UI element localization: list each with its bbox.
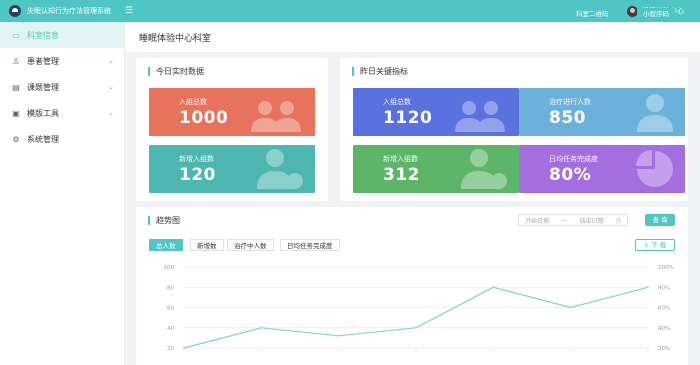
yesterday-in-treatment-card: 治疗进行人数 850	[519, 88, 685, 136]
date-separator: —	[561, 216, 568, 224]
y2-axis-tick-label: 80%	[658, 285, 670, 291]
app-title: 失眠认知行为疗法管理系统	[27, 7, 111, 15]
data-point	[569, 306, 572, 309]
end-date-input[interactable]: 结束日期	[579, 216, 603, 225]
data-point	[415, 326, 417, 329]
card-label: 新增入组数	[179, 155, 214, 163]
app-logo	[9, 5, 21, 17]
today-panel-title: 今日实时数据	[148, 67, 204, 76]
query-button[interactable]: 查 询	[645, 214, 675, 226]
mini-program-code-button[interactable]: 小程序码	[637, 8, 675, 21]
card-value: 80%	[549, 165, 592, 185]
sidebar-item-template-tools[interactable]: ▣ 模版工具 ⌄	[0, 100, 124, 126]
group-icon	[455, 101, 505, 132]
card-label: 入组总数	[179, 98, 207, 106]
data-point	[260, 326, 263, 329]
group-icon	[251, 101, 301, 132]
y-axis-tick-label: 80	[167, 285, 174, 291]
user-icon: ♙	[12, 56, 20, 66]
tab-total-count[interactable]: 总人数	[149, 239, 183, 251]
y-axis-tick-label: 20	[167, 346, 174, 352]
card-label: 新增入组数	[383, 155, 418, 163]
y2-axis-tick-label: 100%	[658, 265, 674, 271]
home-icon: ▭	[12, 30, 20, 40]
start-date-input[interactable]: 开始日期	[525, 216, 549, 225]
trend-series-line	[183, 286, 649, 349]
y2-axis-tick-label: 40%	[658, 326, 670, 332]
page-header: 睡眠体验中心科室	[125, 22, 700, 52]
date-range-picker[interactable]: 开始日期 — 结束日期 ◷	[518, 214, 628, 226]
y-axis-tick-label: 100	[164, 265, 175, 271]
sidebar-item-label: 模版工具	[27, 108, 59, 118]
menu-toggle-icon[interactable]: ☰	[125, 6, 133, 16]
card-label: 入组总数	[383, 98, 411, 106]
card-value: 1000	[179, 108, 229, 128]
chevron-down-icon: ⌄	[108, 109, 114, 117]
y-axis-tick-label: 60	[167, 306, 174, 312]
page-title: 睡眠体验中心科室	[139, 33, 212, 44]
sidebar-item-label: 系统管理	[27, 134, 59, 144]
sidebar-item-label: 患者管理	[27, 56, 59, 66]
tab-in-treatment[interactable]: 治疗中人数	[227, 239, 274, 251]
sidebar-item-label: 课题管理	[27, 82, 59, 92]
sidebar-item-label: 科室信息	[27, 30, 59, 40]
sidebar-item-patient-management[interactable]: ♙ 患者管理 ⌄	[0, 48, 124, 74]
yesterday-total-enrolled-card: 入组总数 1120	[353, 88, 519, 136]
yesterday-task-completion-card: 日均任务完成度 80%	[519, 145, 685, 193]
sidebar-item-system-management[interactable]: ⚙ 系统管理	[0, 126, 124, 152]
user-icon	[637, 94, 673, 132]
sidebar-item-project-management[interactable]: ▤ 课题管理 ⌄	[0, 74, 124, 100]
sidebar-item-department-info[interactable]: ▭ 科室信息	[0, 22, 124, 48]
y-axis-tick-label: 40	[167, 326, 174, 332]
y2-axis-tick-label: 60%	[658, 306, 670, 312]
card-label: 日均任务完成度	[549, 155, 598, 163]
tab-daily-task-completion[interactable]: 日均任务完成度	[280, 239, 340, 251]
chevron-down-icon: ⌄	[108, 83, 114, 91]
download-label: 下 载	[651, 241, 667, 249]
settings-icon: ⚙	[12, 134, 20, 144]
download-button[interactable]: ↓ 下 载	[635, 239, 675, 251]
yesterday-new-enrolled-card: 新增入组数 312	[353, 145, 519, 193]
data-point	[492, 286, 495, 289]
template-icon: ▣	[12, 108, 20, 118]
today-total-enrolled-card: 入组总数 1000	[149, 88, 315, 136]
card-value: 850	[549, 108, 586, 128]
trend-line-chart: 100 100% 80 80% 60 60% 40 40% 20 20%	[164, 265, 674, 352]
sidebar: ▭ 科室信息 ♙ 患者管理 ⌄ ▤ 课题管理 ⌄ ▣ 模版工具 ⌄ ⚙ 系统管理	[0, 22, 125, 365]
department-qr-button[interactable]: 科室二维码	[570, 8, 615, 21]
y2-axis-tick-label: 20%	[658, 346, 670, 352]
tab-new-count[interactable]: 新增数	[190, 239, 224, 251]
calendar-icon: ◷	[615, 216, 621, 224]
data-point	[183, 347, 185, 349]
download-icon: ↓	[643, 241, 650, 249]
yesterday-panel-title: 昨日关键指标	[352, 67, 408, 76]
clipboard-icon: ▤	[12, 82, 20, 92]
data-point	[647, 286, 649, 289]
card-value: 120	[179, 165, 216, 185]
pie-chart-icon	[636, 150, 673, 187]
card-value: 1120	[383, 108, 433, 128]
add-user-icon	[257, 149, 303, 189]
chevron-down-icon: ⌄	[108, 57, 114, 65]
trend-panel-title: 趋势图	[148, 216, 180, 225]
today-new-enrolled-card: 新增入组数 120	[149, 145, 315, 193]
add-user-icon	[461, 149, 507, 189]
card-label: 治疗进行人数	[549, 98, 591, 106]
data-point	[337, 335, 340, 337]
card-value: 312	[383, 165, 420, 185]
